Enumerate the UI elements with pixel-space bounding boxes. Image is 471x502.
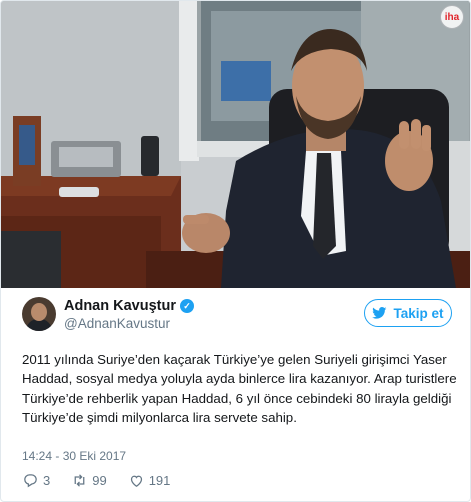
follow-label: Takip et <box>393 305 444 321</box>
office-scene-image <box>1 1 470 288</box>
tweet-photo[interactable]: iha <box>1 1 470 288</box>
reply-icon <box>24 474 37 488</box>
retweet-count: 99 <box>92 473 107 488</box>
news-agency-watermark-icon: iha <box>440 5 464 29</box>
follow-button[interactable]: Takip et <box>364 299 452 327</box>
reply-action[interactable]: 3 <box>22 472 50 489</box>
name-line: Adnan Kavuştur ✓ <box>64 298 194 314</box>
author-names: Adnan Kavuştur ✓ @AdnanKavustur <box>64 298 194 331</box>
retweet-icon <box>74 474 85 487</box>
tweet-timestamp[interactable]: 14:24 - 30 Eki 2017 <box>22 449 126 463</box>
like-count: 191 <box>148 473 171 488</box>
avatar[interactable] <box>22 297 56 331</box>
like-action[interactable]: 191 <box>128 472 171 489</box>
tweet-card: iha Adnan Kavuştur ✓ @AdnanKavustur Taki… <box>0 0 471 502</box>
twitter-bird-icon <box>372 307 387 319</box>
tweet-text: 2011 yılında Suriye’den kaçarak Türkiye’… <box>22 352 457 426</box>
tweet-actions: 3 99 191 <box>22 472 170 489</box>
display-name[interactable]: Adnan Kavuştur <box>64 298 176 314</box>
like-icon <box>130 475 142 487</box>
tweet-author: Adnan Kavuştur ✓ @AdnanKavustur Takip et <box>22 297 452 337</box>
handle[interactable]: @AdnanKavustur <box>64 316 194 331</box>
retweet-action[interactable]: 99 <box>71 472 107 489</box>
reply-count: 3 <box>43 473 51 488</box>
verified-icon: ✓ <box>180 299 194 313</box>
